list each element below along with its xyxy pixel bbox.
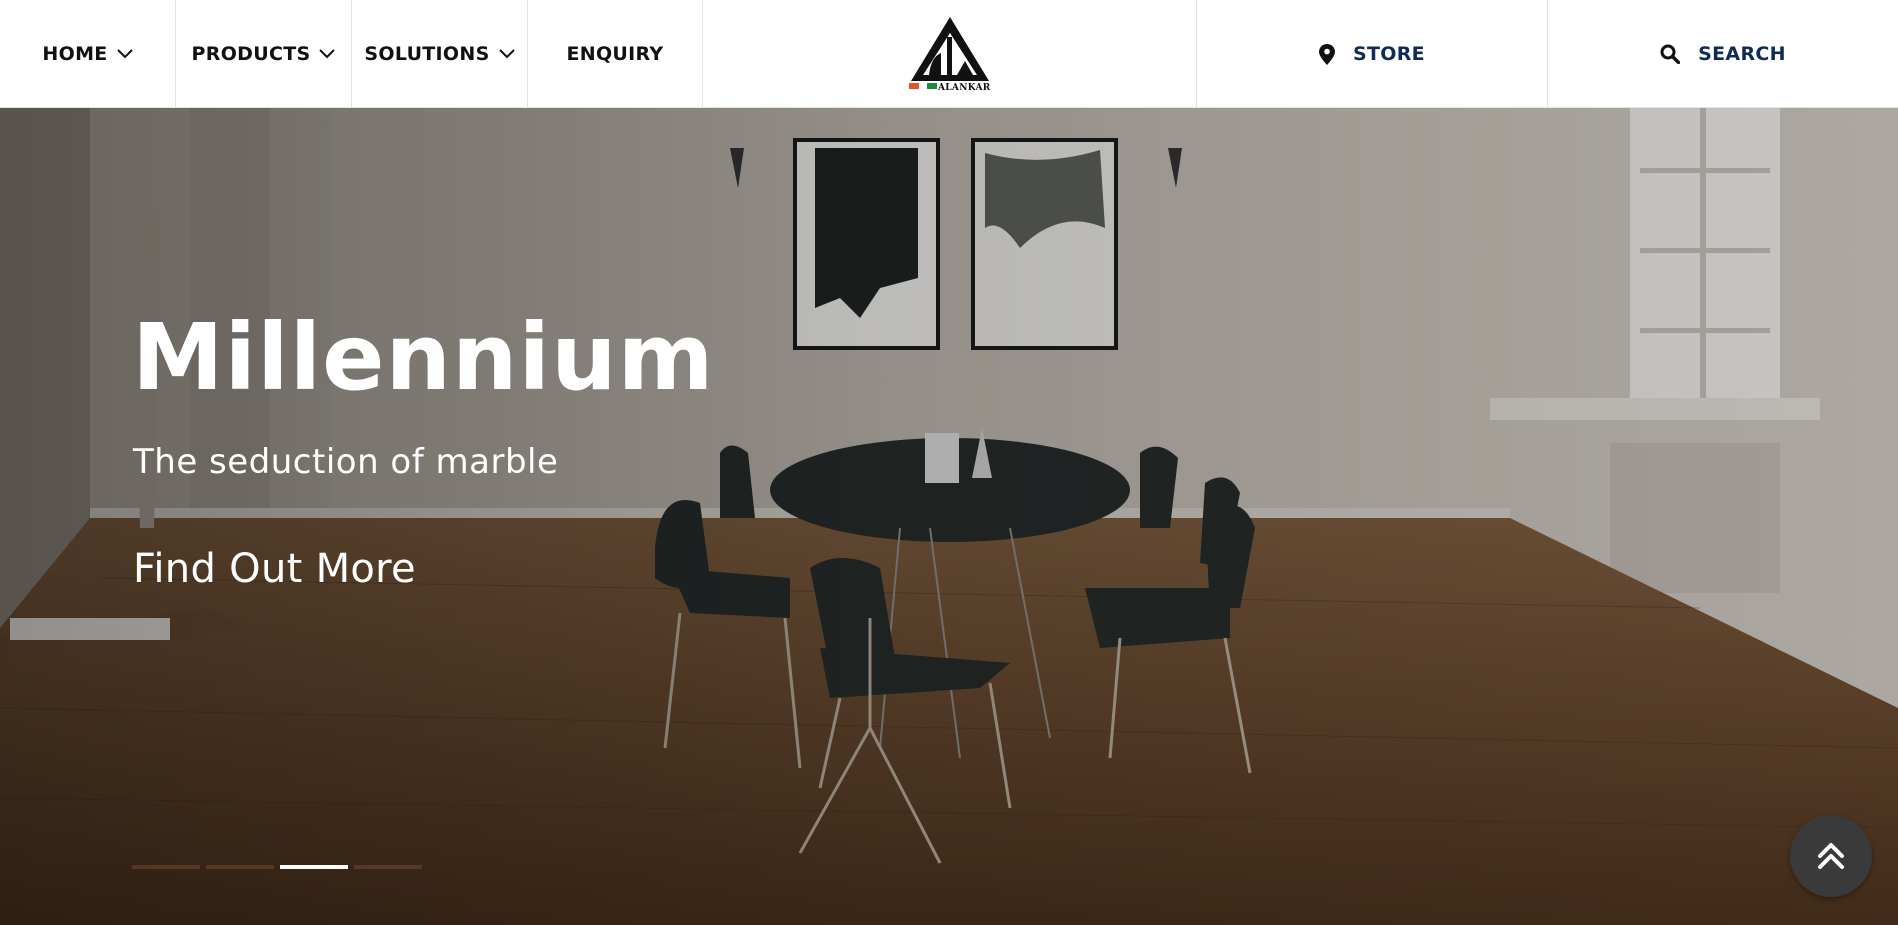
nav-home[interactable]: HOME (0, 0, 176, 108)
nav-store[interactable]: STORE (1197, 0, 1548, 108)
nav-solutions-label: SOLUTIONS (364, 43, 490, 65)
nav-products-label: PRODUCTS (191, 43, 311, 65)
nav-products[interactable]: PRODUCTS (176, 0, 352, 108)
nav-search[interactable]: SEARCH (1548, 0, 1898, 108)
find-out-more-link[interactable]: Find Out More (133, 546, 416, 592)
brand-logo: ALANKAR (908, 17, 991, 93)
main-navbar: HOME PRODUCTS SOLUTIONS ENQUIRY ALANKAR … (0, 0, 1898, 108)
brand-logo-link[interactable]: ALANKAR (703, 0, 1197, 108)
chevron-down-icon (319, 49, 336, 59)
slider-dot-4[interactable] (354, 865, 422, 869)
brand-logo-text: ALANKAR (937, 83, 991, 93)
double-chevron-up-icon (1818, 843, 1844, 869)
nav-solutions[interactable]: SOLUTIONS (352, 0, 528, 108)
nav-enquiry-label: ENQUIRY (566, 43, 664, 65)
location-pin-icon (1319, 43, 1336, 65)
slider-dot-2[interactable] (206, 865, 274, 869)
nav-enquiry[interactable]: ENQUIRY (528, 0, 703, 108)
nav-home-label: HOME (42, 43, 108, 65)
search-icon (1660, 44, 1681, 64)
nav-store-label: STORE (1353, 43, 1425, 65)
hero-title: Millennium (132, 304, 715, 411)
hero-slider: Millennium The seduction of marble Find … (0, 108, 1898, 925)
hero-overlay (0, 108, 1898, 925)
chevron-down-icon (116, 49, 133, 59)
chevron-down-icon (498, 49, 515, 59)
slider-pagination (132, 865, 422, 869)
slider-dot-3-active[interactable] (280, 865, 348, 869)
hero-subtitle: The seduction of marble (133, 442, 559, 482)
scroll-to-top-button[interactable] (1790, 815, 1872, 897)
nav-search-label: SEARCH (1698, 43, 1786, 65)
slider-dot-1[interactable] (132, 865, 200, 869)
